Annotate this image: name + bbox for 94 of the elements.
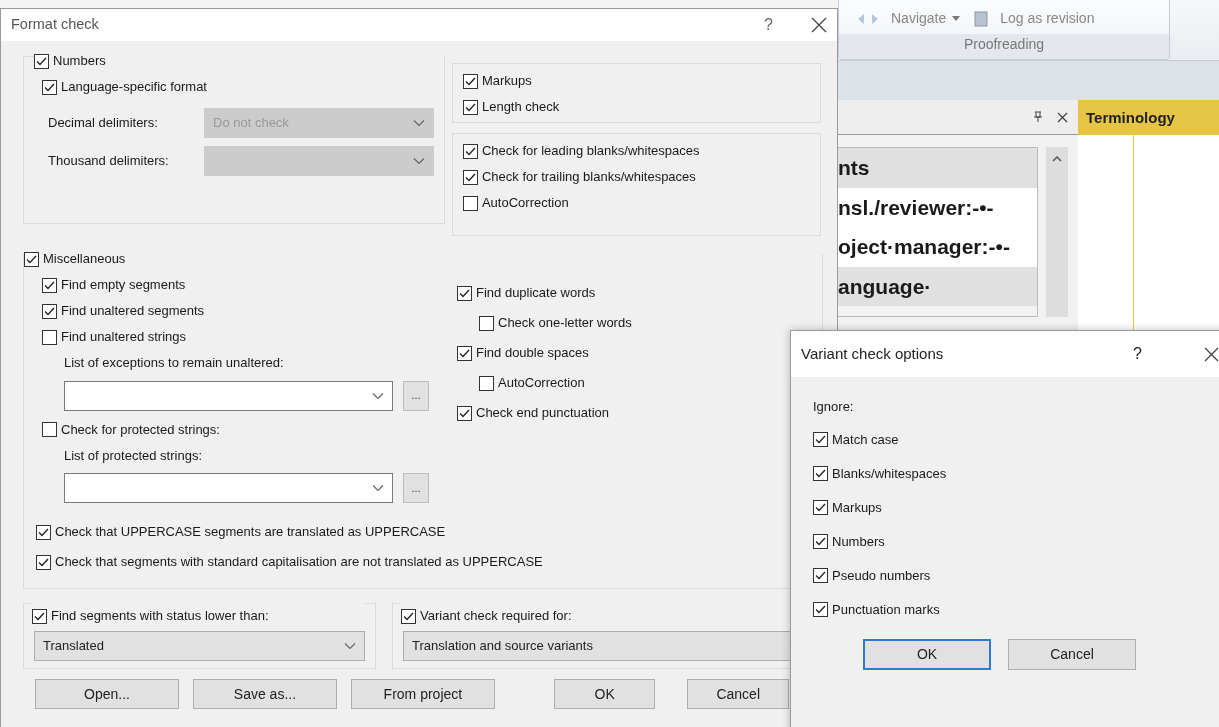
checkbox-label: Find segments with status lower than: [51,607,269,626]
checkbox-label: AutoCorrection [498,374,585,393]
checkbox[interactable] [479,315,494,331]
checkbox-label: AutoCorrection [481,194,569,213]
checkbox-label: Check for leading blanks/whitespaces [481,142,700,161]
field-label: Thousand delimiters: [48,152,170,171]
caret-icon [413,157,425,165]
checkbox-label: Check for trailing blanks/whitespaces [481,168,696,187]
scrollbar[interactable] [1046,147,1068,317]
browse-button[interactable]: ... [403,380,429,411]
checkbox[interactable] [813,432,828,447]
caret-icon [952,16,961,21]
document-text: oject·manager:-•- [838,227,1037,267]
checkbox-label: Pseudo numbers [832,566,931,585]
checkbox-label: Markups [481,72,532,91]
dialog-button[interactable]: From project [350,679,495,709]
arrows-icon [857,11,879,26]
checkbox[interactable] [462,99,478,115]
checkbox-label: Find duplicate words [476,284,596,303]
checkbox-label: Check end punctuation [476,404,609,423]
document-icon [974,10,989,27]
checkbox[interactable] [42,303,57,319]
close-icon[interactable] [811,17,827,33]
checkbox-label: Find empty segments [61,276,186,295]
dialog-button[interactable]: Cancel [687,679,789,709]
dialog-button[interactable]: Open... [35,679,179,709]
checkbox-label: Find double spaces [476,344,589,363]
checkbox[interactable] [24,251,39,267]
checkbox-label: Numbers [53,52,106,71]
checkbox[interactable] [401,608,417,624]
checkbox[interactable] [462,169,478,185]
checkbox[interactable] [42,329,57,345]
dialog-button[interactable]: Cancel [1008,638,1136,670]
checkbox-label: Check one-letter words [498,314,632,333]
checkbox-label: Check that UPPERCASE segments are translated as UPPERCASE [55,523,446,542]
checkbox-label: Check that segments with standard capitalisation are not translated as UPPERCASE [55,553,543,572]
pin-icon[interactable] [1033,111,1043,123]
caret-icon [372,391,384,400]
dropdown[interactable] [64,473,393,503]
group-label: Ignore: [813,398,854,416]
checkbox[interactable] [457,405,472,421]
caret-icon [372,484,384,492]
checkbox[interactable] [813,568,828,583]
checkbox-label: Length check [481,98,560,117]
close-icon[interactable] [1057,111,1068,123]
checkbox[interactable] [36,524,51,540]
help-button[interactable]: ? [1133,342,1142,366]
close-icon[interactable] [1204,346,1219,362]
checkbox-label: Miscellaneous [43,250,126,269]
checkbox[interactable] [462,195,478,211]
document-text: nts [838,148,1037,188]
window-title: Format check [11,15,99,35]
document-text: anguage· [838,266,1037,306]
checkbox-label: Numbers [832,532,885,551]
checkbox-label: Variant check required for: [420,607,572,626]
checkbox[interactable] [36,554,51,570]
checkbox[interactable] [34,53,49,69]
checkbox-label: Markups [832,498,882,517]
checkbox[interactable] [813,534,828,549]
checkbox[interactable] [42,422,57,437]
dialog-button[interactable]: Save as... [192,679,337,709]
browse-button[interactable]: ... [403,473,429,503]
checkbox[interactable] [813,602,828,617]
checkbox[interactable] [462,143,478,159]
checkbox[interactable] [479,375,494,391]
checkbox-label: Find unaltered segments [61,302,205,321]
document-text: nsl./reviewer:-•- [838,187,1037,227]
checkbox-label: Punctuation marks [832,600,940,619]
dropdown[interactable] [64,380,393,411]
checkbox[interactable] [42,79,57,95]
checkbox-label: Language-specific format [61,78,207,97]
window-title: Variant check options [801,343,944,364]
checkbox[interactable] [813,466,828,481]
field-label: List of protected strings: [64,446,203,465]
checkbox[interactable] [462,73,478,89]
caret-icon [344,642,357,650]
checkbox[interactable] [457,345,472,361]
checkbox-label: Match case [832,430,899,449]
checkbox-label: Check for protected strings: [61,420,220,439]
dialog-button[interactable]: OK [553,679,656,709]
field-label: List of exceptions to remain unaltered: [64,354,285,372]
checkbox[interactable] [813,500,828,515]
checkbox-label: Blanks/whitespaces [832,464,947,483]
dropdown[interactable]: Translated [34,631,366,661]
checkbox[interactable] [32,608,47,624]
field-label: Decimal delimiters: [48,114,159,133]
help-button[interactable]: ? [764,13,773,37]
checkbox-label: Find unaltered strings [61,328,186,347]
ribbon-group-label: Proofreading [839,34,1169,59]
checkbox[interactable] [42,277,57,293]
dialog-button[interactable]: OK [863,638,991,670]
panel-tab[interactable]: Terminology [1078,100,1219,135]
caret-icon [413,119,425,127]
checkbox[interactable] [457,285,472,301]
